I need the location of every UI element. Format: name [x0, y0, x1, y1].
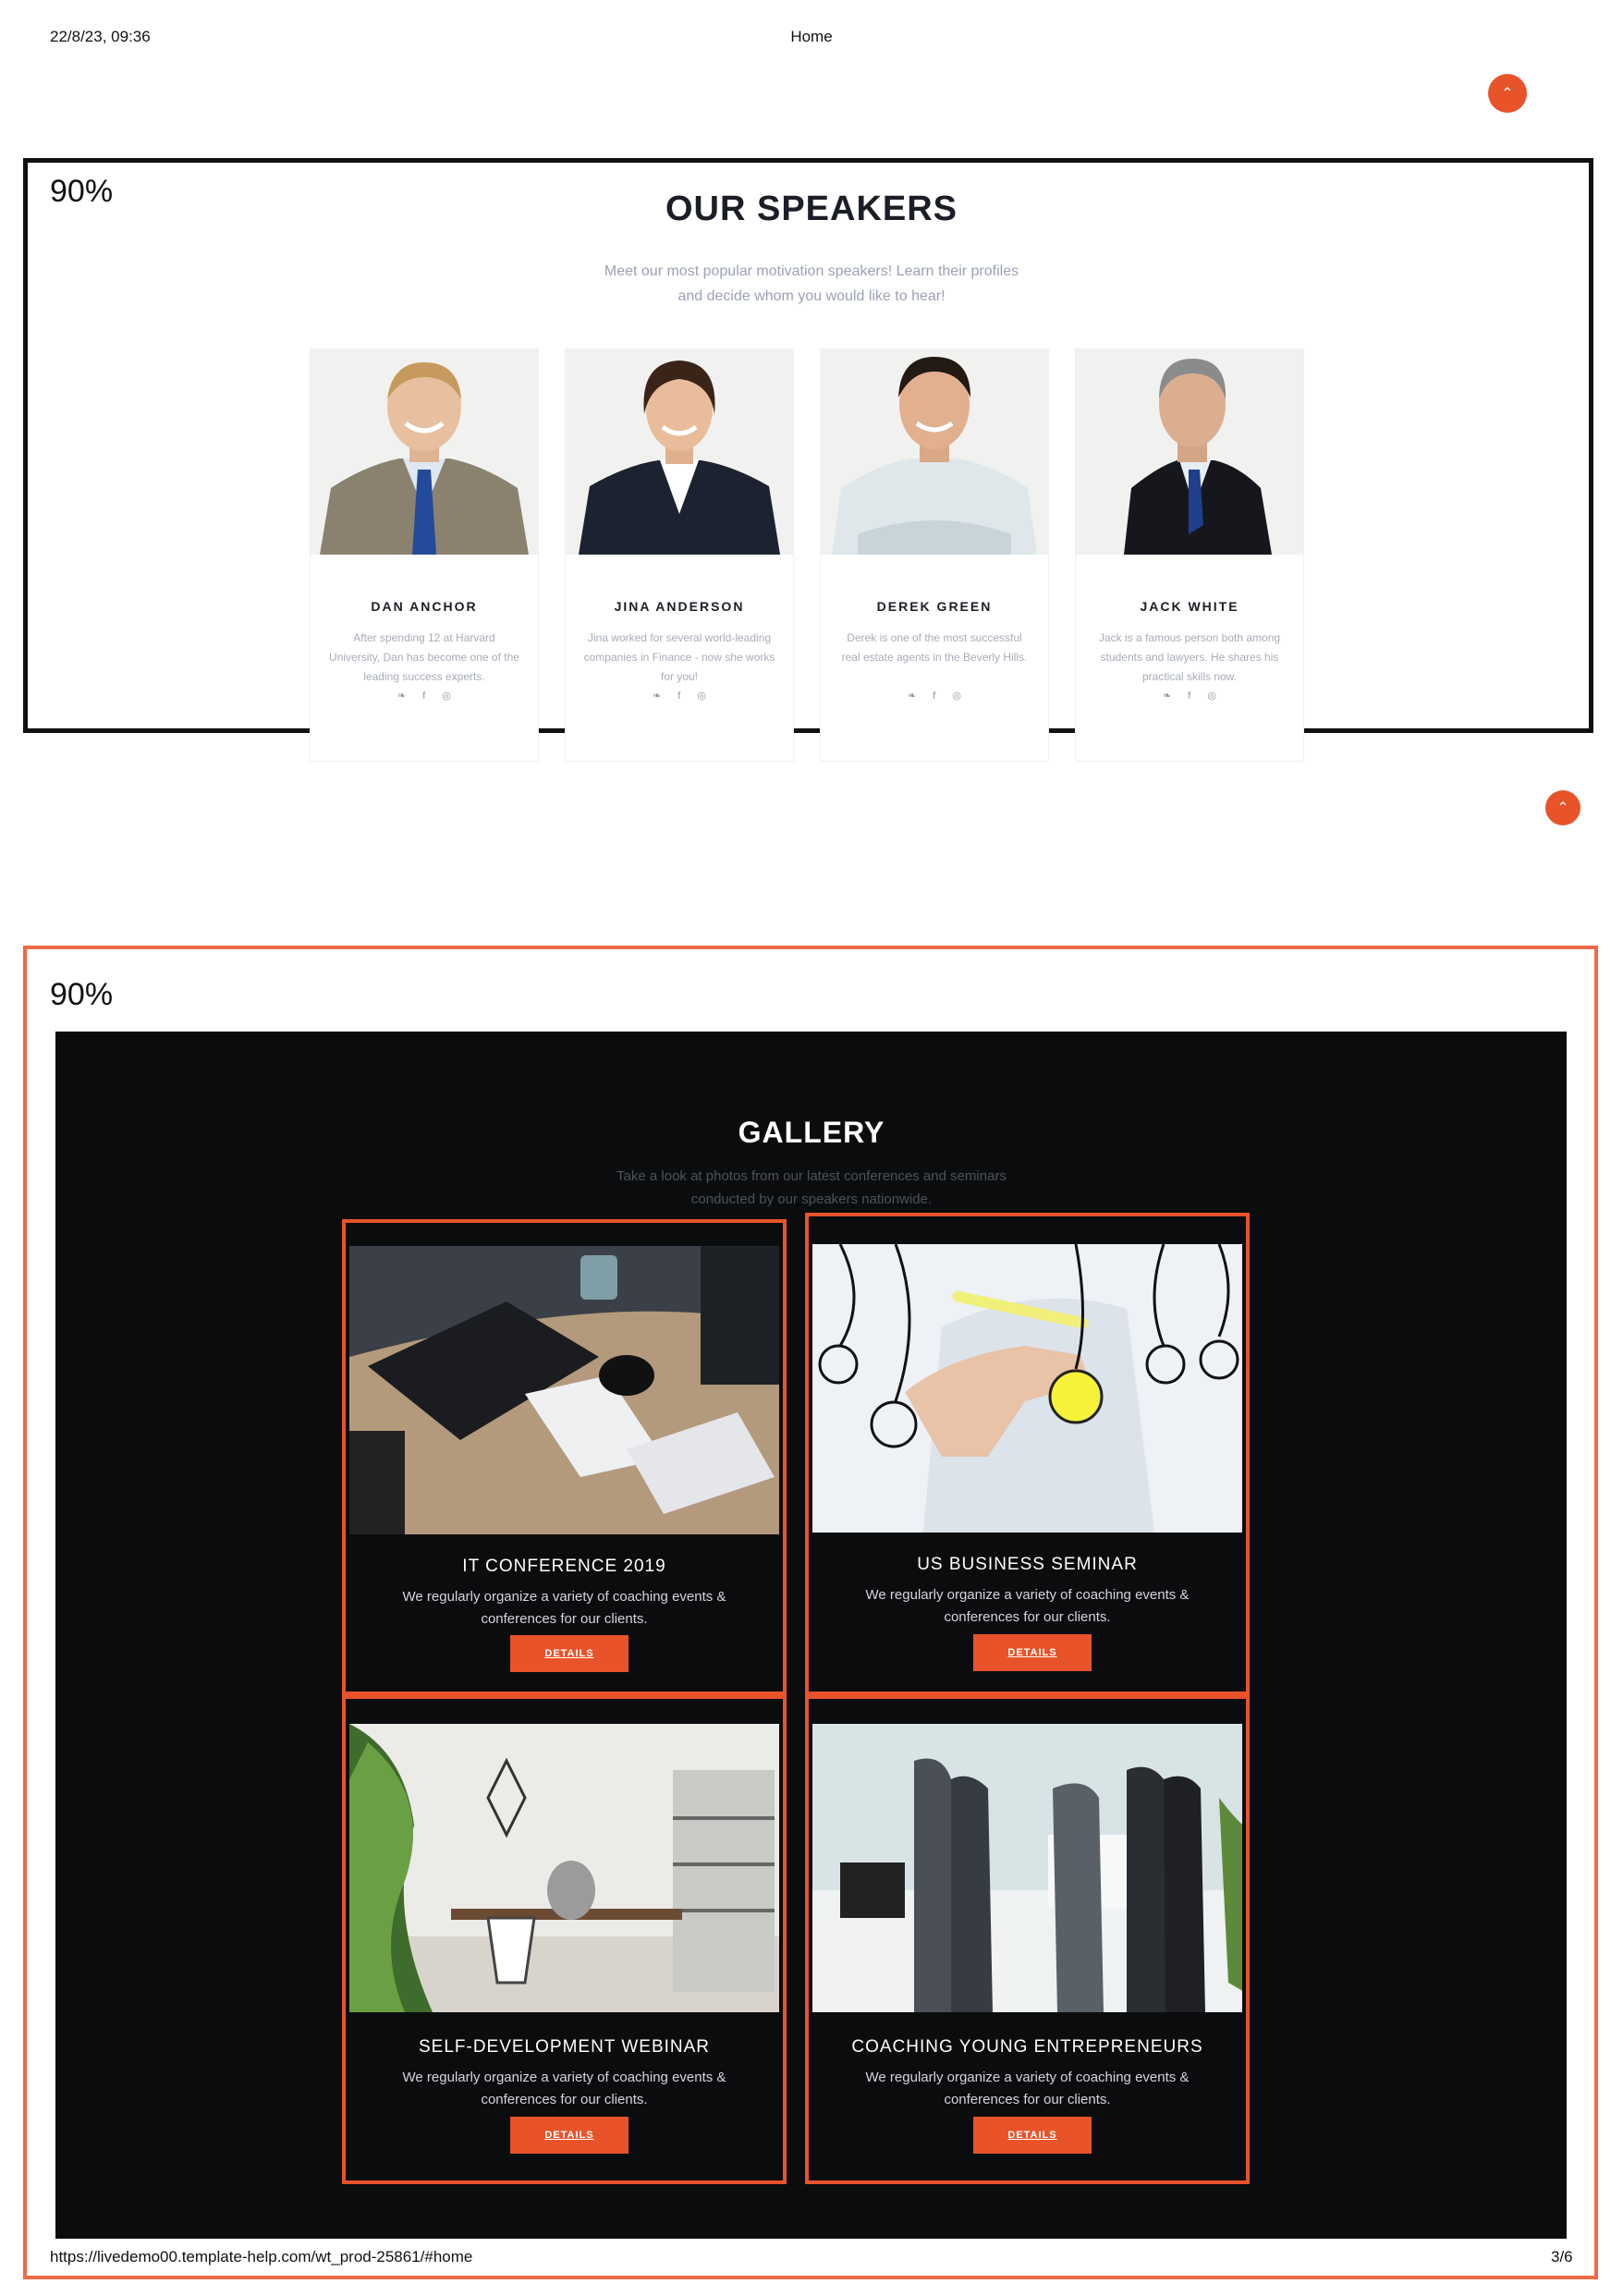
- speaker-card[interactable]: DEREK GREEN Derek is one of the most suc…: [820, 348, 1049, 762]
- gallery-item-heading: COACHING YOUNG ENTREPRENEURS: [851, 2037, 1203, 2057]
- speaker-social-links: ❧ f ◎: [566, 690, 793, 702]
- speaker-bio: After spending 12 at Harvard University,…: [329, 631, 519, 683]
- arrow-up-icon: ⌃: [1556, 800, 1569, 816]
- gallery-zoom-label: 90%: [50, 977, 114, 1012]
- details-button[interactable]: DETAILS: [510, 2117, 628, 2154]
- speaker-name: JACK WHITE: [1140, 599, 1239, 614]
- instagram-icon[interactable]: ◎: [697, 690, 706, 702]
- speaker-name: DEREK GREEN: [876, 599, 993, 614]
- details-button[interactable]: DETAILS: [973, 2117, 1092, 2154]
- instagram-icon[interactable]: ◎: [952, 690, 961, 702]
- speaker-photo: [566, 349, 793, 555]
- twitter-icon[interactable]: ❧: [653, 690, 661, 702]
- gallery-item-text: We regularly organize a variety of coach…: [402, 2070, 726, 2107]
- print-page-number: 3/6: [1551, 2248, 1573, 2265]
- gallery-item-text: We regularly organize a variety of coach…: [865, 1587, 1190, 1625]
- twitter-icon[interactable]: ❧: [397, 690, 406, 702]
- speaker-photo: [821, 349, 1048, 555]
- gallery-item[interactable]: IT CONFERENCE 2019 We regularly organize…: [342, 1219, 787, 1695]
- gallery-item[interactable]: SELF-DEVELOPMENT WEBINAR We regularly or…: [342, 1695, 787, 2184]
- facebook-icon[interactable]: f: [422, 690, 425, 702]
- scroll-top-button[interactable]: ⌃: [1545, 790, 1580, 825]
- speakers-subtitle: Meet our most popular motivation speaker…: [604, 263, 1019, 304]
- speaker-social-links: ❧ f ◎: [821, 690, 1048, 702]
- scroll-top-button[interactable]: ⌃: [1488, 74, 1527, 113]
- speaker-photo: [311, 349, 538, 555]
- gallery-item-text: We regularly organize a variety of coach…: [402, 1589, 726, 1627]
- speaker-bio: Jina worked for several world-leading co…: [583, 631, 775, 683]
- arrow-up-icon: ⌃: [1501, 86, 1514, 102]
- print-page-title: Home: [790, 28, 833, 45]
- gallery-item-heading: IT CONFERENCE 2019: [462, 1557, 666, 1576]
- gallery-subtitle: Take a look at photos from our latest co…: [616, 1168, 1007, 1207]
- speaker-card[interactable]: JACK WHITE Jack is a famous person both …: [1075, 348, 1304, 762]
- speakers-title: OUR SPEAKERS: [665, 189, 958, 228]
- gallery-image: [349, 1246, 779, 1534]
- speaker-social-links: ❧ f ◎: [311, 690, 538, 702]
- facebook-icon[interactable]: f: [677, 690, 680, 702]
- gallery-image: [812, 1724, 1242, 2012]
- print-url: https://livedemo00.template-help.com/wt_…: [50, 2248, 473, 2265]
- speaker-bio: Jack is a famous person both among stude…: [1098, 631, 1281, 683]
- instagram-icon[interactable]: ◎: [442, 690, 451, 702]
- speaker-social-links: ❧ f ◎: [1076, 690, 1303, 702]
- gallery-item[interactable]: COACHING YOUNG ENTREPRENEURS We regularl…: [805, 1695, 1250, 2184]
- details-button[interactable]: DETAILS: [973, 1634, 1092, 1671]
- speaker-name: DAN ANCHOR: [371, 599, 478, 614]
- gallery-image: [812, 1244, 1242, 1533]
- speaker-card[interactable]: DAN ANCHOR After spending 12 at Harvard …: [310, 348, 539, 762]
- gallery-image: [349, 1724, 779, 2012]
- speaker-bio: Derek is one of the most successful real…: [841, 631, 1028, 664]
- gallery-item-heading: SELF-DEVELOPMENT WEBINAR: [418, 2037, 711, 2057]
- twitter-icon[interactable]: ❧: [908, 690, 916, 702]
- facebook-icon[interactable]: f: [1188, 690, 1190, 702]
- gallery-item[interactable]: US BUSINESS SEMINAR We regularly organiz…: [805, 1213, 1250, 1695]
- gallery-title: GALLERY: [738, 1116, 885, 1149]
- details-button[interactable]: DETAILS: [510, 1635, 628, 1672]
- speaker-photo: [1076, 349, 1303, 555]
- facebook-icon[interactable]: f: [933, 690, 935, 702]
- instagram-icon[interactable]: ◎: [1207, 690, 1216, 702]
- speaker-card[interactable]: JINA ANDERSON Jina worked for several wo…: [565, 348, 794, 762]
- speakers-screenshot-frame: [23, 158, 1593, 733]
- gallery-item-text: We regularly organize a variety of coach…: [865, 2070, 1190, 2107]
- gallery-item-heading: US BUSINESS SEMINAR: [917, 1555, 1138, 1574]
- speaker-name: JINA ANDERSON: [614, 599, 745, 614]
- twitter-icon[interactable]: ❧: [1163, 690, 1171, 702]
